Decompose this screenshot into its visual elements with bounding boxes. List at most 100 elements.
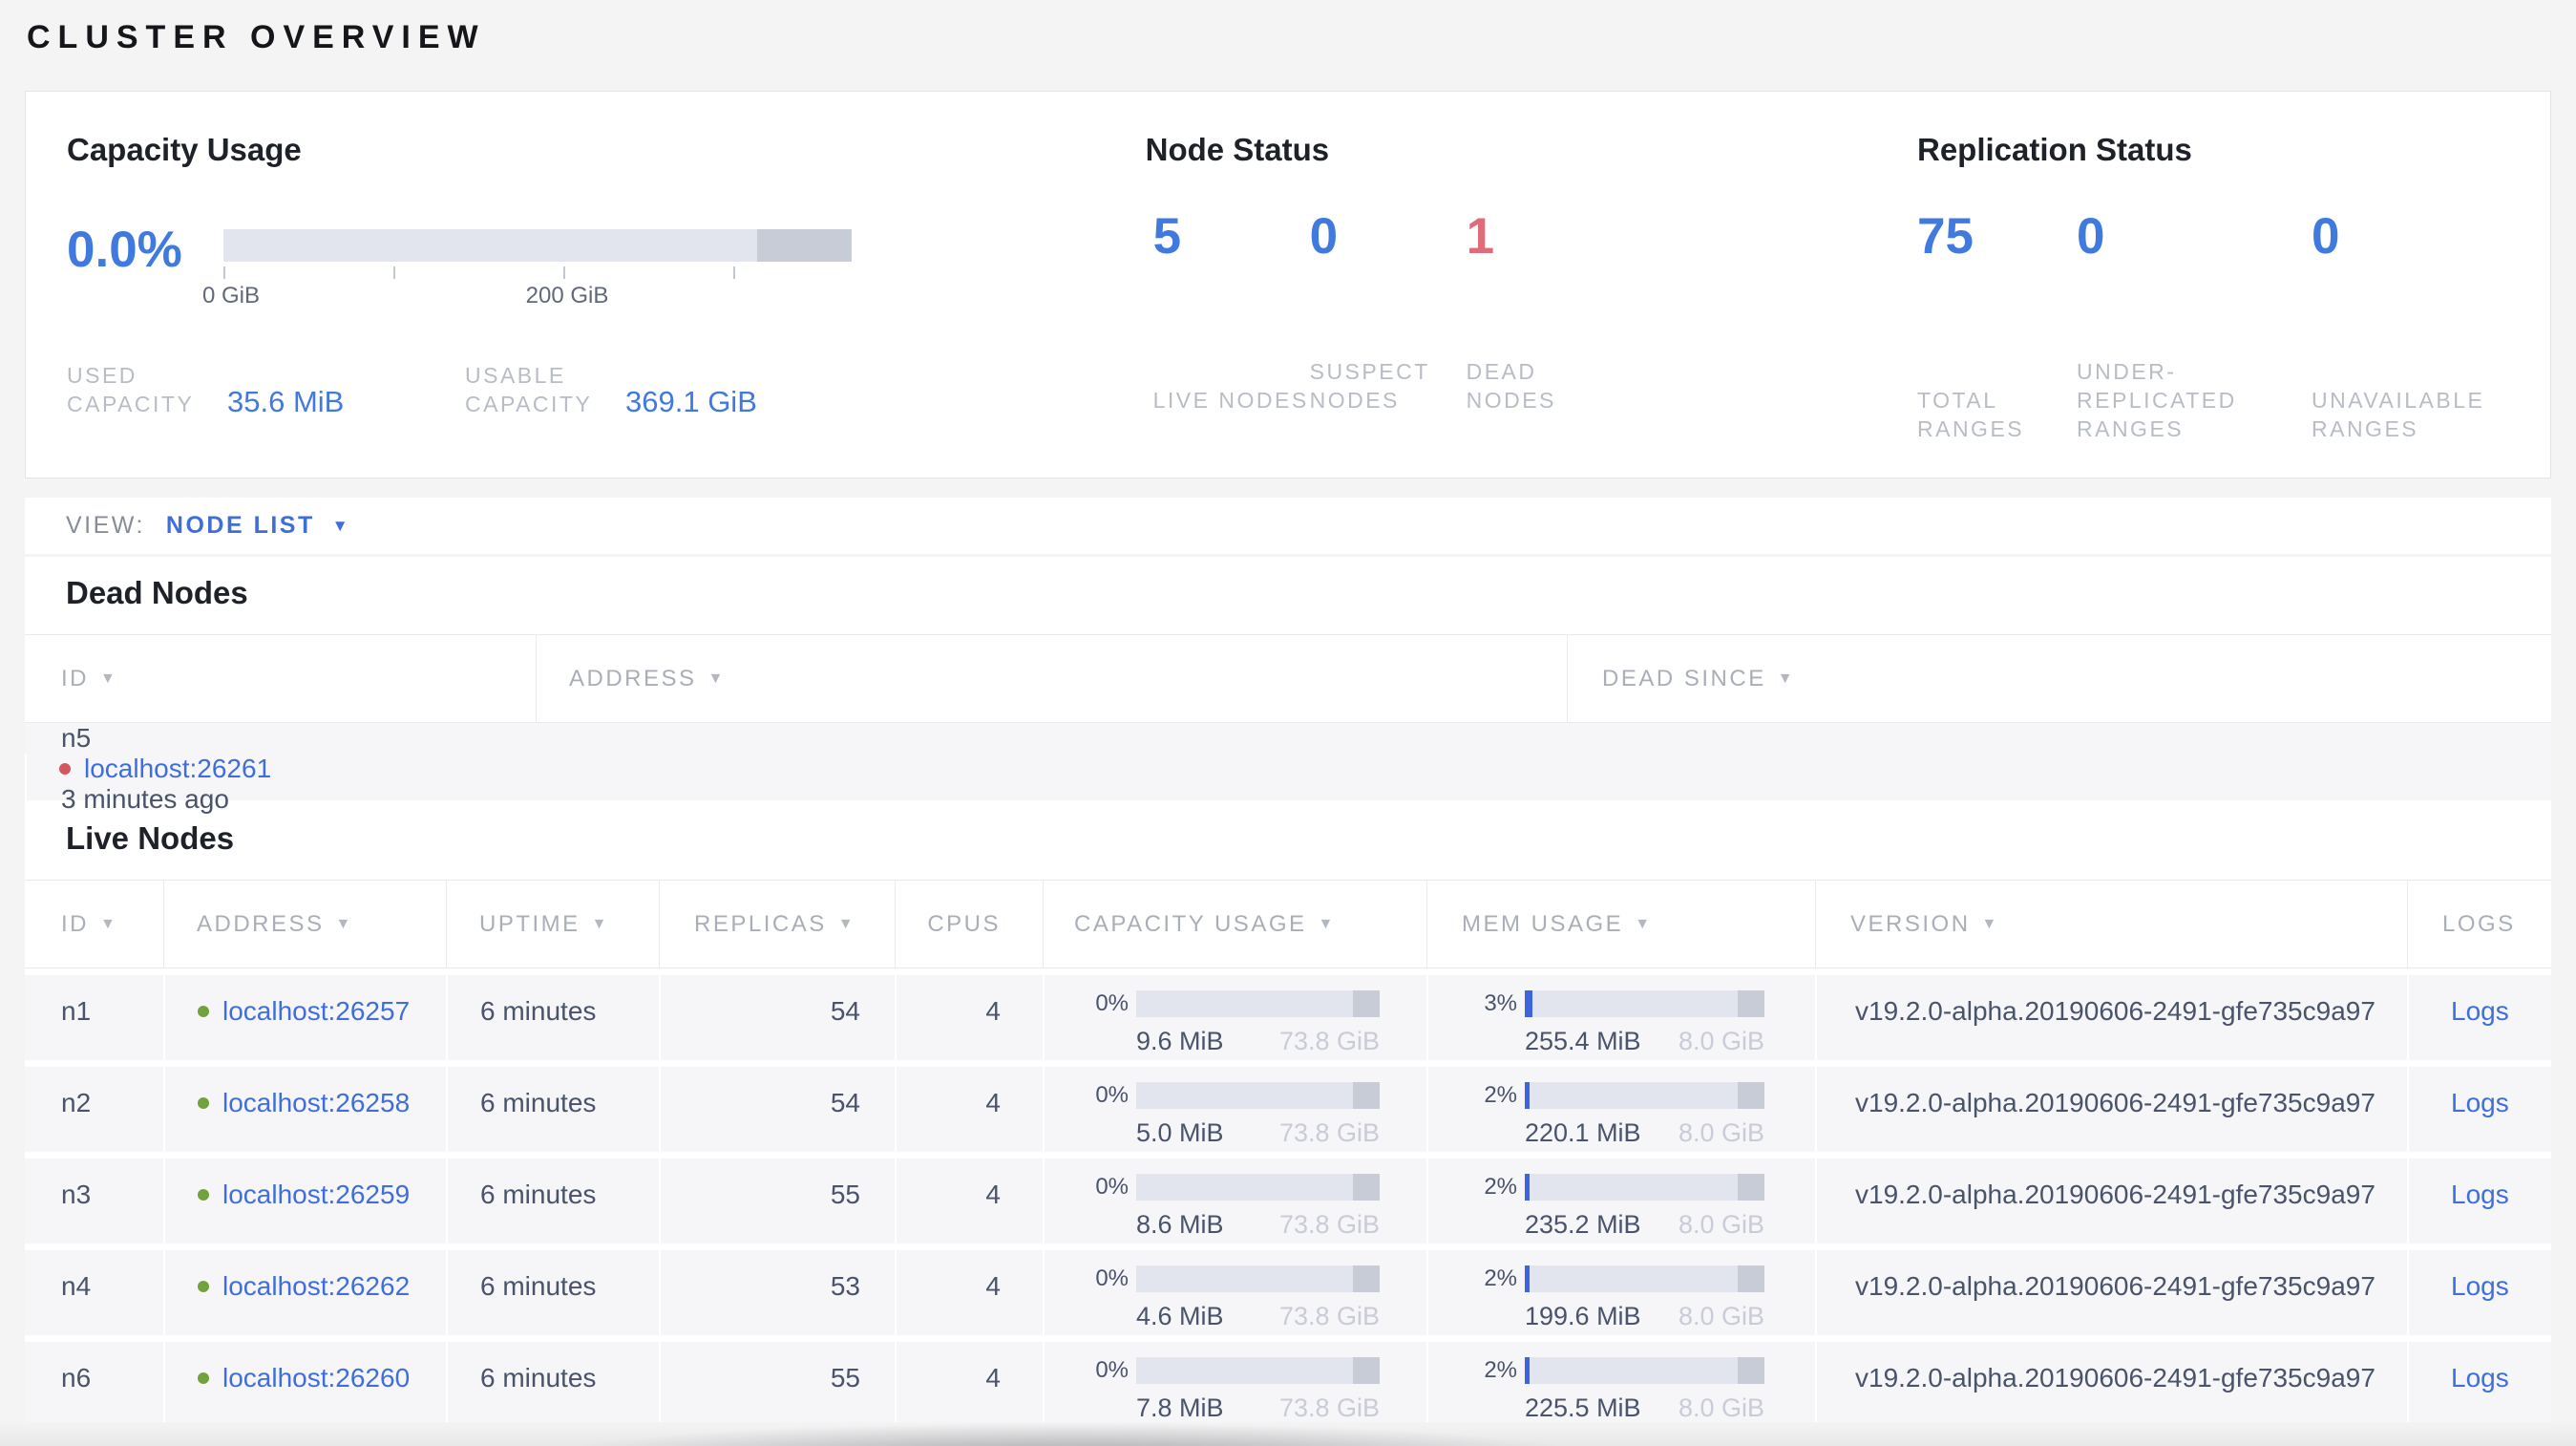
replicas-cell: 55 [659, 1159, 895, 1244]
bar-dark-segment [1738, 990, 1764, 1017]
mem-used-value: 199.6 MiB [1525, 1302, 1641, 1330]
view-selector-dropdown[interactable]: NODE LIST [166, 512, 315, 540]
mem-total-value: 8.0 GiB [1678, 1302, 1764, 1330]
usable-capacity-label: USABLE CAPACITY [465, 363, 593, 416]
uptime-cell: 6 minutes [446, 1250, 659, 1335]
sort-desc-icon: ▼ [100, 670, 118, 687]
live-header-mem-usage[interactable]: MEM USAGE ▼ [1426, 881, 1815, 968]
under-replicated-ranges-count: 0 [2077, 208, 2105, 265]
capacity-usage-bar [1136, 1082, 1380, 1109]
bar-dark-segment [1352, 990, 1380, 1017]
logs-link[interactable]: Logs [2451, 1271, 2509, 1301]
sort-desc-icon: ▼ [837, 915, 856, 932]
mem-usage-bar [1525, 1357, 1764, 1384]
bar-dark-segment [1738, 1082, 1764, 1109]
logs-link[interactable]: Logs [2451, 996, 2509, 1026]
logs-cell: Logs [2407, 1067, 2551, 1152]
bar-dark-segment [1738, 1265, 1764, 1292]
node-status-labels: LIVE NODES SUSPECT NODES DEAD NODES [1153, 357, 1892, 415]
sort-desc-icon: ▼ [100, 915, 118, 932]
logs-cell: Logs [2407, 1342, 2551, 1422]
bar-fill [1525, 1082, 1531, 1109]
capacity-bar-dark-segment [757, 229, 852, 262]
live-node-status-dot [198, 1372, 209, 1384]
unavailable-ranges-label: UNAVAILABLE RANGES [2312, 388, 2485, 441]
bar-dark-segment [1352, 1265, 1380, 1292]
capacity-percent: 0% [1095, 1265, 1129, 1291]
total-ranges-count: 75 [1917, 208, 1974, 265]
capacity-used-value: 4.6 MiB [1136, 1302, 1224, 1330]
node-address-cell: localhost:26260 [163, 1342, 446, 1422]
node-address-cell: localhost:26262 [163, 1250, 446, 1335]
dead-since-cell: 3 minutes ago [25, 784, 2551, 815]
mem-usage-bar [1525, 1082, 1764, 1109]
live-header-replicas[interactable]: REPLICAS ▼ [659, 881, 895, 968]
dead-header-id[interactable]: ID ▼ [25, 635, 536, 722]
live-header-version[interactable]: VERSION ▼ [1815, 881, 2407, 968]
node-address-link[interactable]: localhost:26257 [222, 996, 410, 1027]
logs-link[interactable]: Logs [2451, 1088, 2509, 1117]
replication-values: 75 0 0 [1917, 210, 2550, 264]
capacity-usage-bar [1136, 990, 1380, 1017]
mem-percent: 2% [1484, 1357, 1517, 1383]
chevron-down-icon[interactable]: ▼ [332, 517, 348, 536]
replicas-cell: 54 [659, 1067, 895, 1152]
axis-tick [393, 266, 395, 279]
capacity-used-value: 8.6 MiB [1136, 1210, 1224, 1239]
capacity-total-value: 73.8 GiB [1278, 1302, 1380, 1330]
axis-tick [733, 266, 735, 279]
sort-desc-icon: ▼ [1777, 670, 1796, 687]
logs-link[interactable]: Logs [2451, 1363, 2509, 1393]
mem-percent: 3% [1484, 990, 1517, 1016]
node-address-cell: localhost:26258 [163, 1067, 446, 1152]
sort-desc-icon: ▼ [335, 915, 353, 932]
mem-used-value: 220.1 MiB [1525, 1118, 1641, 1147]
view-label: VIEW: [66, 512, 145, 539]
live-header-id[interactable]: ID ▼ [25, 881, 163, 968]
node-address-link[interactable]: localhost:26259 [222, 1180, 410, 1210]
live-header-address[interactable]: ADDRESS ▼ [163, 881, 446, 968]
capacity-total-value: 73.8 GiB [1278, 1210, 1380, 1239]
bar-dark-segment [1738, 1357, 1764, 1384]
live-node-status-dot [198, 1006, 209, 1017]
version-cell: v19.2.0-alpha.20190606-2491-gfe735c9a97 [1815, 975, 2407, 1060]
mem-percent: 2% [1484, 1265, 1517, 1291]
under-replicated-ranges-label: UNDER-REPLICATED RANGES [2077, 359, 2237, 441]
live-header-capacity-usage[interactable]: CAPACITY USAGE ▼ [1043, 881, 1426, 968]
node-address-link[interactable]: localhost:26258 [222, 1088, 410, 1118]
table-row: n1 localhost:26257 6 minutes 54 4 0% 9.6… [25, 975, 2551, 1060]
node-address-cell: localhost:26257 [163, 975, 446, 1060]
sort-desc-icon: ▼ [591, 915, 610, 932]
cpus-cell: 4 [895, 1250, 1043, 1335]
node-address-link[interactable]: localhost:26261 [84, 754, 271, 784]
logs-link[interactable]: Logs [2451, 1180, 2509, 1209]
used-capacity-label: USED CAPACITY [67, 363, 195, 416]
view-bar: VIEW: NODE LIST ▼ [25, 498, 2551, 554]
page-title: CLUSTER OVERVIEW [27, 19, 486, 55]
capacity-bar-block: 0 GiB 200 GiB [202, 229, 852, 308]
live-node-status-dot [198, 1281, 209, 1292]
node-id-cell: n3 [61, 1180, 92, 1209]
live-nodes-table-header: ID ▼ ADDRESS ▼ UPTIME ▼ REPLICAS ▼ CPUS … [25, 880, 2551, 968]
node-address-link[interactable]: localhost:26260 [222, 1363, 410, 1393]
dead-header-address[interactable]: ADDRESS ▼ [536, 635, 1567, 722]
bar-dark-segment [1352, 1357, 1380, 1384]
bar-fill [1525, 990, 1532, 1017]
mem-total-value: 8.0 GiB [1678, 1118, 1764, 1147]
cpus-cell: 4 [895, 975, 1043, 1060]
sort-desc-icon: ▼ [1318, 915, 1336, 932]
live-header-uptime[interactable]: UPTIME ▼ [446, 881, 659, 968]
live-nodes-label: LIVE NODES [1152, 388, 1309, 413]
dead-node-status-dot [59, 763, 71, 775]
node-address-link[interactable]: localhost:26262 [222, 1271, 410, 1302]
capacity-total-value: 73.8 GiB [1278, 1393, 1380, 1422]
capacity-total-value: 73.8 GiB [1278, 1027, 1380, 1055]
capacity-percent: 0% [1095, 1174, 1129, 1200]
table-row: n3 localhost:26259 6 minutes 55 4 0% 8.6… [25, 1159, 2551, 1244]
capacity-percent: 0.0% [67, 222, 182, 278]
dead-header-dead-since[interactable]: DEAD SINCE ▼ [1567, 635, 2551, 722]
capacity-axis: 0 GiB 200 GiB [202, 262, 852, 308]
capacity-percent: 0% [1095, 990, 1129, 1016]
bar-dark-segment [1738, 1174, 1764, 1201]
table-row: n6 localhost:26260 6 minutes 55 4 0% 7.8… [25, 1342, 2551, 1422]
